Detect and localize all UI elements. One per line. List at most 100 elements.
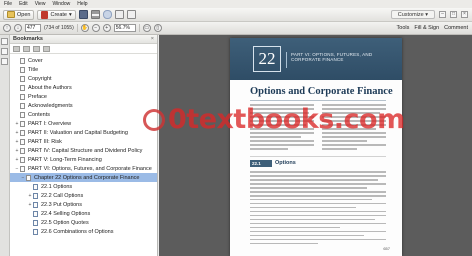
bookmark-page-icon (33, 219, 38, 226)
bookmark-page-icon (20, 165, 25, 172)
bookmark-item[interactable]: − PART VI: Options, Futures, and Corporat… (10, 164, 157, 173)
bookmark-item[interactable]: + PART V: Long-Term Financing (10, 155, 157, 164)
bookmark-page-icon (33, 183, 38, 190)
navigation-pane-strip (0, 35, 10, 256)
bookmark-page-icon (33, 192, 38, 199)
divider (286, 52, 287, 68)
close-icon[interactable]: × (151, 36, 154, 42)
bookmark-label: Cover (28, 57, 43, 64)
bookmark-label: PART V: Long-Term Financing (28, 156, 102, 163)
bookmarks-header: Bookmarks × (10, 35, 157, 44)
options-icon[interactable] (13, 45, 20, 52)
bookmark-label: Contents (28, 111, 51, 118)
hand-tool-icon[interactable]: ✋ (80, 24, 89, 32)
bookmark-page-icon (20, 84, 25, 91)
menu-view[interactable]: View (35, 1, 46, 7)
menu-file[interactable]: File (4, 1, 12, 7)
bookmark-item[interactable]: About the Authors (10, 83, 157, 92)
divider (138, 24, 140, 32)
customize-dropdown[interactable]: Customize ▾ (390, 10, 435, 19)
new-bookmark-icon[interactable] (33, 45, 40, 52)
print-icon[interactable] (90, 10, 100, 19)
bookmark-page-icon (33, 210, 38, 217)
navigation-toolbar: ↑ ↓ 477 (734 of 1055) ✋ − + 56.7% ▭ ▯ To… (0, 22, 472, 35)
tools-tab[interactable]: Tools (397, 25, 410, 31)
bookmark-item[interactable]: +22.2 Call Options (10, 191, 157, 200)
expand-bookmark-icon[interactable] (43, 45, 50, 52)
bookmark-page-icon (20, 93, 25, 100)
previous-page-icon[interactable]: ↑ (3, 24, 11, 32)
zoom-in-icon[interactable]: + (102, 24, 111, 32)
chevron-down-icon: ▾ (68, 11, 72, 18)
bookmark-item[interactable]: + PART II: Valuation and Capital Budgetin… (10, 128, 157, 137)
bookmark-label: 22.1 Options (41, 183, 73, 190)
bookmark-label: 22.5 Option Quotes (41, 219, 89, 226)
bookmark-item[interactable]: + PART I: Overview (10, 119, 157, 128)
bookmark-item[interactable]: Cover (10, 56, 157, 65)
bookmark-label: About the Authors (28, 84, 72, 91)
minimize-icon[interactable]: – (439, 11, 446, 18)
page-thumbnails-icon[interactable] (1, 38, 8, 45)
delete-bookmark-icon[interactable] (23, 45, 30, 52)
save-icon[interactable] (78, 10, 88, 19)
divider (250, 156, 386, 157)
bookmark-item[interactable]: 22.1 Options (10, 182, 157, 191)
zoom-out-icon[interactable]: − (91, 24, 100, 32)
bookmark-item[interactable]: Title (10, 65, 157, 74)
menu-window[interactable]: Window (52, 1, 70, 7)
cloud-icon[interactable] (102, 10, 112, 19)
create-button[interactable]: Create ▾ (37, 9, 76, 20)
divider (76, 24, 78, 32)
bookmark-page-icon (20, 138, 25, 145)
bookmark-item[interactable]: Copyright (10, 74, 157, 83)
bookmark-item[interactable]: − Chapter 22 Options and Corporate Financ… (10, 173, 157, 182)
fill-sign-tab[interactable]: Fill & Sign (414, 25, 439, 31)
bookmark-item[interactable]: Preface (10, 92, 157, 101)
bookmark-label: Chapter 22 Options and Corporate Finance (34, 174, 140, 181)
comment-tab[interactable]: Comment (444, 25, 468, 31)
chevron-down-icon: ▾ (423, 11, 428, 18)
menu-edit[interactable]: Edit (19, 1, 28, 7)
bookmark-label: PART IV: Capital Structure and Dividend … (28, 147, 143, 154)
maximize-icon[interactable]: □ (450, 11, 457, 18)
part-heading: PART VI: OPTIONS, FUTURES, AND CORPORATE… (291, 52, 373, 62)
bookmarks-panel: Bookmarks × Cover Title Copyright About the… (10, 35, 158, 256)
bookmark-item[interactable]: + PART IV: Capital Structure and Dividend… (10, 146, 157, 155)
bookmark-item[interactable]: + PART III: Risk (10, 137, 157, 146)
document-view[interactable]: 22 PART VI: OPTIONS, FUTURES, AND CORPOR… (159, 35, 472, 256)
attachments-icon[interactable] (1, 58, 8, 65)
two-page-icon[interactable]: ▯ (153, 24, 162, 32)
divider (250, 100, 386, 101)
bookmark-page-icon (20, 111, 25, 118)
intro-text-column (250, 104, 314, 152)
bookmark-label: Title (28, 66, 39, 73)
share-icon[interactable] (126, 10, 136, 19)
next-page-icon[interactable]: ↓ (14, 24, 22, 32)
page-number-input[interactable]: 477 (25, 24, 41, 32)
page-number: 657 (383, 246, 390, 251)
customize-label: Customize (397, 11, 424, 18)
bookmark-page-icon (20, 102, 25, 109)
fit-page-icon[interactable]: ▭ (142, 24, 151, 32)
open-button[interactable]: Open (3, 9, 35, 20)
main-toolbar: Open Create ▾ Customize ▾ – □ × (0, 8, 472, 22)
bookmark-item[interactable]: Contents (10, 110, 157, 119)
bookmark-item[interactable]: 22.4 Selling Options (10, 209, 157, 218)
create-pdf-icon (41, 10, 49, 19)
create-button-label: Create (50, 11, 67, 18)
bookmark-item[interactable]: +22.3 Put Options (10, 200, 157, 209)
bookmark-page-icon (20, 75, 25, 82)
zoom-level-input[interactable]: 56.7% (113, 24, 136, 32)
menu-help[interactable]: Help (77, 1, 87, 7)
bookmarks-icon[interactable] (1, 48, 8, 55)
bookmark-page-icon (20, 120, 25, 127)
bookmark-item[interactable]: 22.6 Combinations of Options (10, 227, 157, 236)
email-icon[interactable] (114, 10, 124, 19)
section-title: Options (275, 160, 296, 166)
bookmark-item[interactable]: Acknowledgments (10, 101, 157, 110)
bookmarks-title: Bookmarks (13, 36, 43, 42)
bookmark-page-icon (20, 147, 25, 154)
bookmark-item[interactable]: 22.5 Option Quotes (10, 218, 157, 227)
close-icon[interactable]: × (461, 11, 468, 18)
folder-icon (7, 11, 15, 18)
